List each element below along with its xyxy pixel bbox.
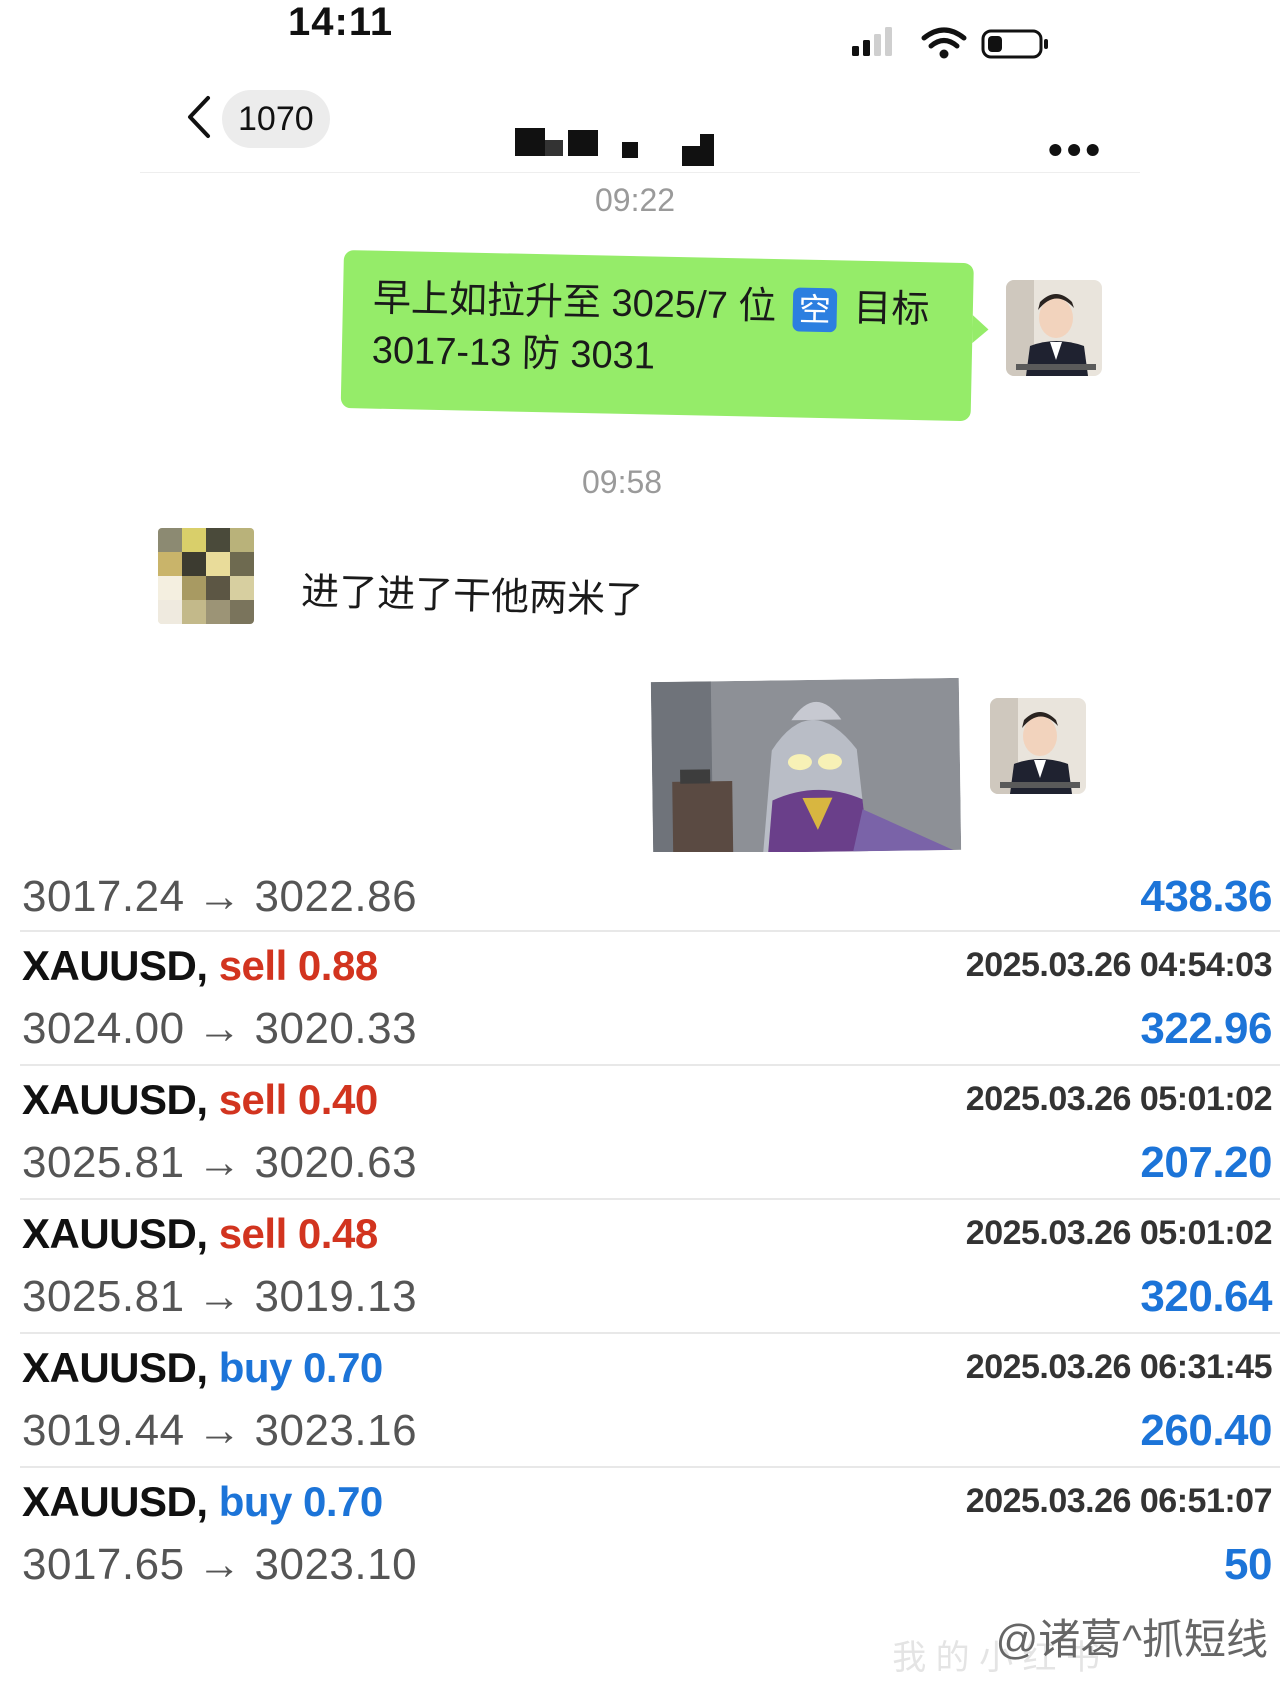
message-text: 目标 xyxy=(852,287,930,332)
row-divider xyxy=(20,1466,1280,1468)
message-text: 3017-13 防 3031 xyxy=(371,329,656,378)
back-chevron-icon[interactable] xyxy=(180,94,220,140)
trade-symbol-line: XAUUSD, buy 0.70 xyxy=(22,1344,384,1391)
row-divider xyxy=(20,930,1280,932)
wifi-icon xyxy=(921,27,967,59)
trade-side: buy 0.70 xyxy=(218,1478,384,1525)
trade-profit: 260.40 xyxy=(1140,1406,1272,1455)
trade-history-list: 3017.24 → 3022.86 438.36 XAUUSD, sell 0.… xyxy=(0,852,1280,1707)
trade-profit: 438.36 xyxy=(1140,872,1272,921)
trade-profit: 322.96 xyxy=(1140,1004,1272,1053)
watermark: @诸葛^抓短线 xyxy=(995,1616,1268,1663)
trade-side: sell 0.48 xyxy=(218,1210,378,1257)
status-icons xyxy=(852,27,1048,59)
trade-prices: 3019.44 → 3023.16 xyxy=(22,1406,418,1455)
battery-icon xyxy=(981,29,1048,59)
contact-name-pixelated xyxy=(515,128,714,166)
row-divider xyxy=(20,1198,1280,1200)
incoming-message-text[interactable]: 进了进了干他两米了 xyxy=(301,560,644,624)
message-text: 早上如拉升至 3025/7 位 xyxy=(372,277,777,329)
signal-icon xyxy=(852,27,892,56)
trade-profit: 320.64 xyxy=(1140,1272,1272,1321)
trade-symbol-line: XAUUSD, sell 0.48 xyxy=(22,1210,378,1257)
row-divider xyxy=(20,1332,1280,1334)
nav-divider xyxy=(140,172,1140,173)
trade-prices: 3025.81 → 3020.63 xyxy=(22,1138,418,1187)
trade-symbol-line: XAUUSD, sell 0.40 xyxy=(22,1076,378,1123)
short-badge-icon: 空 xyxy=(792,287,838,333)
image-message[interactable] xyxy=(650,677,962,855)
trade-side: sell 0.88 xyxy=(218,942,378,989)
contact-avatar-pixelated[interactable] xyxy=(158,528,254,624)
outgoing-message-bubble[interactable]: 早上如拉升至 3025/7 位 空 目标 3017-13 防 3031 xyxy=(340,250,974,422)
trade-profit: 50 xyxy=(1224,1540,1272,1589)
status-time: 14:11 xyxy=(288,0,394,44)
chat-timestamp: 09:58 xyxy=(582,464,663,500)
self-avatar[interactable] xyxy=(1006,280,1102,376)
trade-side: sell 0.40 xyxy=(218,1076,378,1123)
trade-side: buy 0.70 xyxy=(218,1344,384,1391)
trade-prices: 3017.24 → 3022.86 xyxy=(22,872,418,921)
back-unread-count[interactable]: 1070 xyxy=(222,90,330,148)
trade-time: 2025.03.26 06:51:07 xyxy=(965,1482,1273,1520)
trade-time: 2025.03.26 05:01:02 xyxy=(965,1080,1273,1118)
trade-time: 2025.03.26 06:31:45 xyxy=(965,1348,1273,1386)
more-options-button[interactable]: ••• xyxy=(1048,129,1104,171)
self-avatar[interactable] xyxy=(990,698,1086,794)
trade-prices: 3017.65 → 3023.10 xyxy=(22,1540,418,1589)
trade-symbol-line: XAUUSD, sell 0.88 xyxy=(22,942,378,989)
trade-time: 2025.03.26 04:54:03 xyxy=(965,946,1273,984)
trade-prices: 3025.81 → 3019.13 xyxy=(22,1272,418,1321)
chat-timestamp: 09:22 xyxy=(595,182,676,218)
trade-profit: 207.20 xyxy=(1140,1138,1272,1187)
row-divider xyxy=(20,1064,1280,1066)
trade-time: 2025.03.26 05:01:02 xyxy=(965,1214,1273,1252)
trade-symbol-line: XAUUSD, buy 0.70 xyxy=(22,1478,384,1525)
trade-prices: 3024.00 → 3020.33 xyxy=(22,1004,418,1053)
